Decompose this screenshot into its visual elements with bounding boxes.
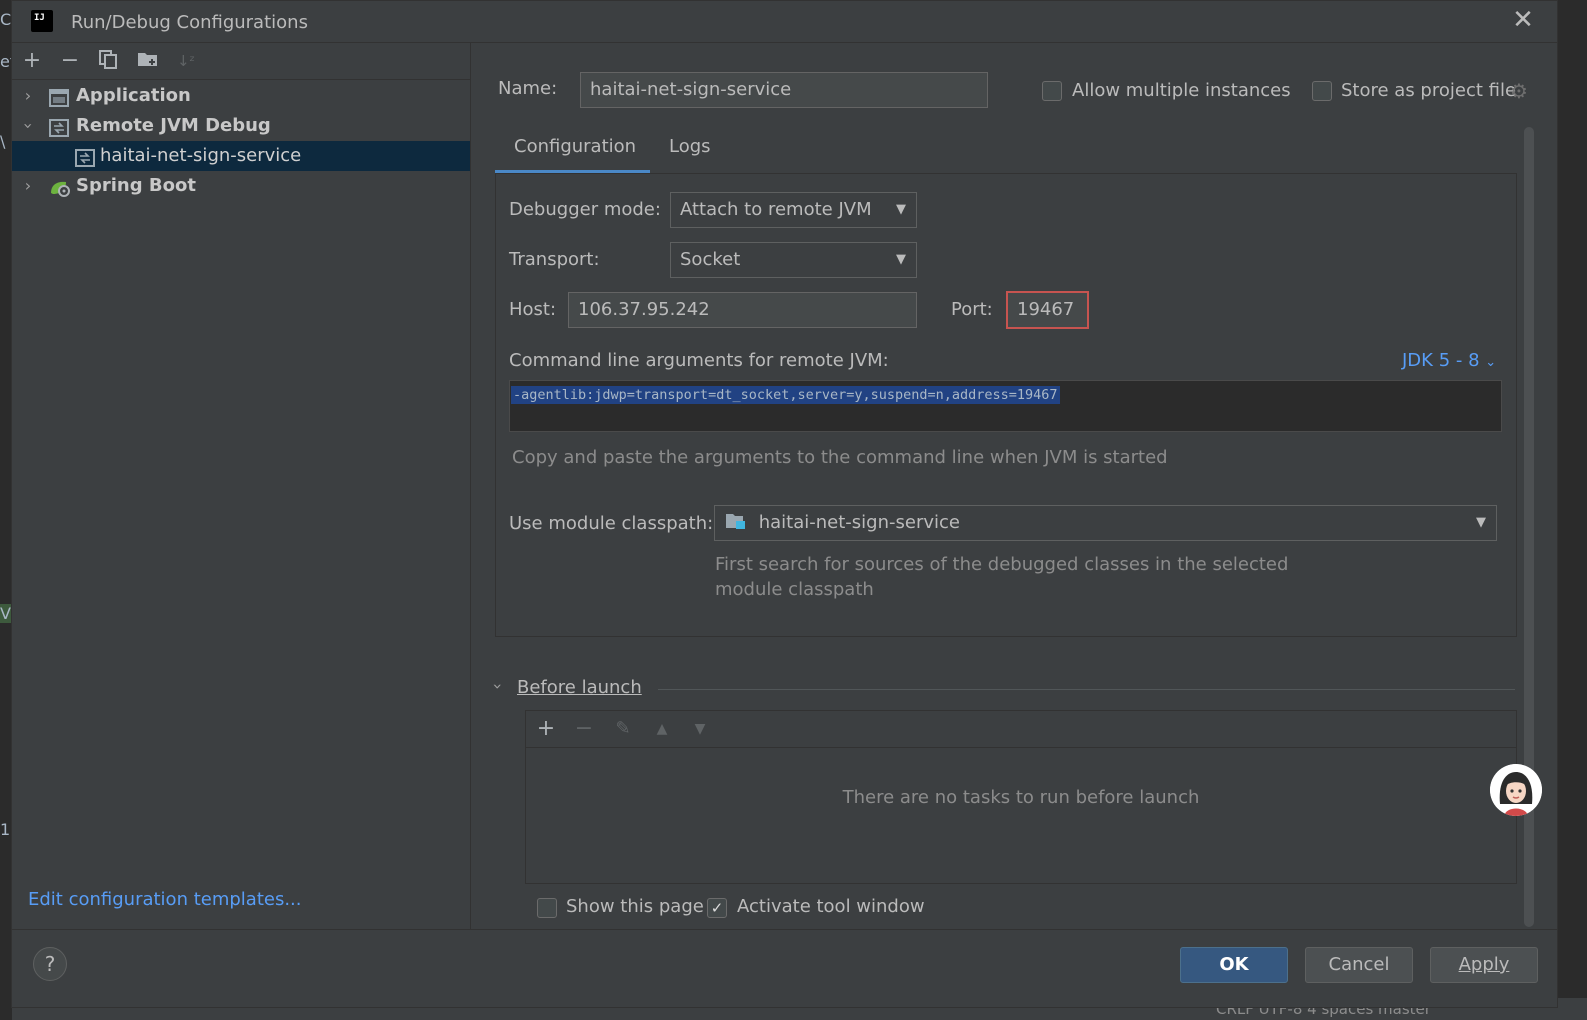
configurations-toolbar: + − ↓ᶻ <box>12 43 470 80</box>
remote-debug-icon <box>49 117 69 137</box>
transport-dropdown[interactable]: Socket ▼ <box>670 242 917 278</box>
chevron-down-icon: ▼ <box>1476 515 1486 530</box>
chevron-down-icon[interactable]: › <box>13 117 43 135</box>
allow-multiple-checkbox[interactable] <box>1042 81 1062 101</box>
chevron-down-icon: ▼ <box>896 252 906 267</box>
ok-button[interactable]: OK <box>1180 947 1288 983</box>
apply-button[interactable]: Apply <box>1430 947 1538 983</box>
new-folder-icon[interactable] <box>136 49 160 73</box>
activate-tool-window-label: Activate tool window <box>737 896 925 917</box>
module-hint-line1: First search for sources of the debugged… <box>715 554 1289 575</box>
transport-value: Socket <box>680 249 741 270</box>
tree-item-label: Remote JVM Debug <box>76 115 271 136</box>
jdk-version-selector[interactable]: JDK 5 - 8 ⌄ <box>1402 350 1496 371</box>
spring-boot-icon <box>49 177 70 197</box>
tree-item-label: Spring Boot <box>76 175 196 196</box>
before-launch-title: Before launch <box>517 677 642 698</box>
show-page-checkbox[interactable] <box>537 898 557 918</box>
copy-icon[interactable] <box>96 49 120 73</box>
configurations-panel: + − ↓ᶻ › Application › Remote JVM Debug … <box>12 43 471 929</box>
cmd-args-hint: Copy and paste the arguments to the comm… <box>512 447 1168 468</box>
dialog-title: Run/Debug Configurations <box>71 12 308 33</box>
module-classpath-label: Use module classpath: <box>509 513 714 534</box>
module-classpath-value: haitai-net-sign-service <box>758 512 960 533</box>
chevron-down-icon[interactable]: › <box>489 683 508 689</box>
before-launch-empty: There are no tasks to run before launch <box>842 787 1200 808</box>
allow-multiple-label: Allow multiple instances <box>1072 80 1291 101</box>
cmd-args-value: -agentlib:jdwp=transport=dt_socket,serve… <box>511 386 1060 404</box>
cancel-button[interactable]: Cancel <box>1305 947 1413 983</box>
chevron-right-icon[interactable]: › <box>19 81 37 111</box>
before-launch-toolbar: + − ✎ ▲ ▼ <box>526 711 1516 748</box>
edit-task-icon[interactable]: ✎ <box>611 717 635 741</box>
port-field[interactable]: 19467 <box>1006 291 1089 329</box>
edit-templates-link[interactable]: Edit configuration templates... <box>28 889 302 910</box>
host-field[interactable]: 106.37.95.242 <box>568 292 917 328</box>
remove-icon[interactable]: − <box>58 49 82 73</box>
activate-tool-window-checkbox[interactable]: ✓ <box>707 898 727 918</box>
tab-configuration[interactable]: Configuration <box>495 128 650 174</box>
remove-task-icon[interactable]: − <box>572 717 596 741</box>
show-page-label: Show this page <box>566 896 704 917</box>
before-launch-tasks: + − ✎ ▲ ▼ There are no tasks to run befo… <box>525 710 1517 884</box>
gear-icon[interactable]: ⚙ <box>1510 79 1528 103</box>
add-icon[interactable]: + <box>20 49 44 73</box>
module-hint-line2: module classpath <box>715 579 874 600</box>
debugger-mode-dropdown[interactable]: Attach to remote JVM ▼ <box>670 192 917 228</box>
add-task-icon[interactable]: + <box>534 717 558 741</box>
tree-item-label: Application <box>76 85 191 106</box>
name-field[interactable]: haitai-net-sign-service <box>580 72 988 108</box>
tab-logs[interactable]: Logs <box>650 128 730 174</box>
sort-icon[interactable]: ↓ᶻ <box>174 49 198 73</box>
intellij-logo-icon: IJ <box>28 8 56 36</box>
store-project-label: Store as project file <box>1341 80 1517 101</box>
module-classpath-dropdown[interactable]: haitai-net-sign-service ▼ <box>714 505 1497 541</box>
tree-item-spring-boot[interactable]: › Spring Boot <box>12 171 470 201</box>
bg-fragment: \ <box>0 132 6 151</box>
run-debug-dialog: IJ Run/Debug Configurations ✕ + − ↓ᶻ › A… <box>11 0 1558 1008</box>
close-icon[interactable]: ✕ <box>1511 7 1535 33</box>
footer-divider <box>12 929 1557 930</box>
cmd-args-label: Command line arguments for remote JVM: <box>509 350 889 371</box>
debugger-mode-label: Debugger mode: <box>509 199 661 220</box>
chevron-down-icon: ⌄ <box>1485 355 1497 370</box>
move-down-icon[interactable]: ▼ <box>688 717 712 741</box>
tree-item-application[interactable]: › Application <box>12 81 470 111</box>
configuration-content: Debugger mode: Attach to remote JVM ▼ Tr… <box>495 173 1517 637</box>
jdk-version-label: JDK 5 - 8 <box>1402 350 1480 371</box>
move-up-icon[interactable]: ▲ <box>650 717 674 741</box>
configuration-editor: Name: haitai-net-sign-service Allow mult… <box>472 43 1559 929</box>
debugger-mode-value: Attach to remote JVM <box>680 199 872 220</box>
name-label: Name: <box>498 78 558 99</box>
background-right-strip <box>1555 0 1587 1020</box>
tree-item-haitai-net-sign-service[interactable]: haitai-net-sign-service <box>12 141 470 171</box>
remote-debug-config-icon <box>75 147 95 167</box>
before-launch-divider <box>658 689 1515 690</box>
transport-label: Transport: <box>509 249 600 270</box>
application-icon <box>49 87 69 107</box>
store-project-checkbox[interactable] <box>1312 81 1332 101</box>
tree-item-label: haitai-net-sign-service <box>100 145 302 166</box>
host-label: Host: <box>509 299 557 320</box>
configurations-tree: › Application › Remote JVM Debug haitai-… <box>12 81 470 201</box>
dialog-titlebar: IJ Run/Debug Configurations ✕ <box>12 1 1557 43</box>
chevron-down-icon: ▼ <box>896 202 906 217</box>
tree-item-remote-jvm-debug[interactable]: › Remote JVM Debug <box>12 111 470 141</box>
help-button[interactable]: ? <box>33 947 67 981</box>
cmd-args-textarea[interactable]: -agentlib:jdwp=transport=dt_socket,serve… <box>509 380 1502 432</box>
port-label: Port: <box>951 299 993 320</box>
assistant-avatar-icon[interactable] <box>1490 764 1542 816</box>
module-folder-icon <box>725 514 753 536</box>
chevron-right-icon[interactable]: › <box>19 171 37 201</box>
